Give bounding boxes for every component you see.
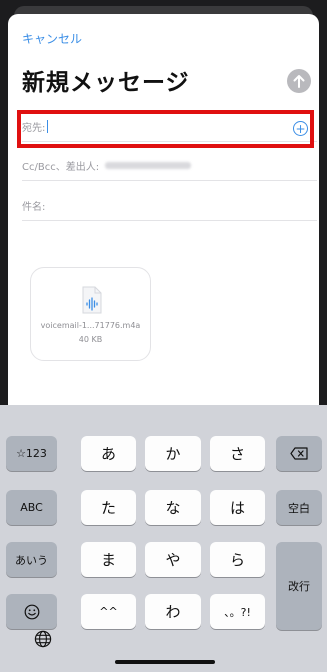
to-label: 宛先:: [22, 122, 46, 134]
sender-redacted: [105, 161, 192, 169]
key-punctuation[interactable]: 、。?!: [210, 594, 265, 629]
key-ta[interactable]: た: [81, 490, 136, 525]
text-cursor: [47, 119, 49, 133]
plus-icon: +: [295, 121, 306, 136]
add-contact-button[interactable]: +: [293, 121, 308, 136]
key-kana[interactable]: あいう: [6, 542, 57, 577]
key-ka[interactable]: か: [145, 436, 201, 471]
delete-key[interactable]: [276, 436, 322, 471]
subject-label: 件名:: [22, 201, 46, 213]
page-title: 新規メッセージ: [22, 70, 190, 96]
key-na[interactable]: な: [145, 490, 201, 525]
key-dakuten[interactable]: ^^: [81, 594, 136, 629]
cc-label: Cc/Bcc、差出人:: [22, 161, 100, 173]
key-abc[interactable]: ABC: [6, 490, 57, 525]
cc-bcc-from-field[interactable]: Cc/Bcc、差出人:: [22, 150, 317, 181]
cancel-button[interactable]: キャンセル: [22, 30, 82, 47]
key-symbols[interactable]: ☆123: [6, 436, 57, 471]
return-key[interactable]: 改行: [276, 542, 322, 630]
key-ha[interactable]: は: [210, 490, 265, 525]
key-sa[interactable]: さ: [210, 436, 265, 471]
attachment-name: voicemail-1...71776.m4a: [40, 321, 141, 330]
japanese-keyboard: ☆123 あ か さ ABC た な は 空白 あいう ま や ら 改行 ^^ …: [0, 405, 327, 672]
key-a[interactable]: あ: [81, 436, 136, 471]
to-field[interactable]: 宛先:: [22, 111, 317, 142]
attachment-card[interactable]: voicemail-1...71776.m4a 40 KB: [30, 267, 151, 361]
arrow-up-icon: [293, 75, 305, 88]
key-wa[interactable]: わ: [145, 594, 201, 629]
home-indicator: [115, 660, 215, 664]
attachment-size: 40 KB: [78, 335, 103, 344]
key-ra[interactable]: ら: [210, 542, 265, 577]
delete-icon: [290, 447, 308, 460]
space-key[interactable]: 空白: [276, 490, 322, 525]
audio-file-icon: [82, 286, 102, 314]
key-ma[interactable]: ま: [81, 542, 136, 577]
send-button[interactable]: [287, 69, 311, 93]
emoji-icon: [24, 604, 39, 619]
globe-icon[interactable]: [34, 630, 52, 648]
emoji-key[interactable]: [6, 594, 57, 629]
subject-field[interactable]: 件名:: [22, 190, 317, 221]
key-ya[interactable]: や: [145, 542, 201, 577]
